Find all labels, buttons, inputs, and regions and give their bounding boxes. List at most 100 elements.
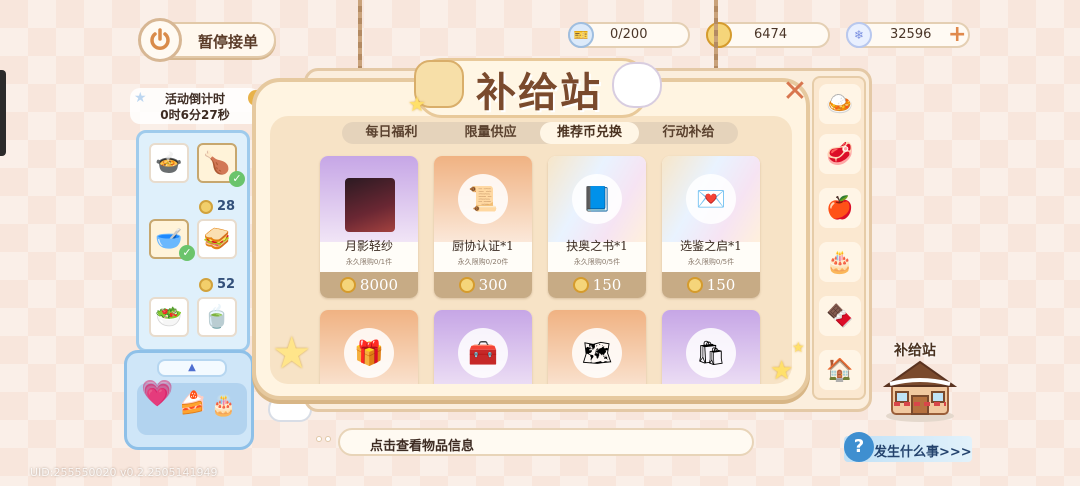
shop-tabs: 每日福利 限量供应 推荐币兑换 行动补给 (342, 122, 738, 144)
gold-value: 6474 (754, 27, 788, 42)
coin-icon (572, 277, 589, 293)
side-item[interactable]: 🍎 (819, 188, 861, 228)
item-limit: 永久限购0/20件 (457, 258, 509, 266)
ticket-value: 0/200 (610, 27, 648, 42)
check-icon: ✓ (179, 245, 195, 261)
envelope-icon: 💌 (686, 174, 736, 224)
item-price: 8000 (359, 276, 399, 294)
supply-station-label: 补给站 (894, 343, 936, 359)
star-mascot-icon: ★ (272, 328, 312, 379)
item-price-button[interactable]: 300 (434, 272, 532, 298)
rice-bowl-icon: 🍛 (826, 91, 854, 117)
panel-title: 补给站 (476, 70, 602, 116)
vending-machine-base: ▲ 💗 🍰 🎂 (124, 350, 254, 450)
item-price: 300 (478, 276, 508, 294)
ticket-icon: 🎫 (568, 22, 594, 48)
item-name: 抉奥之书*1 (566, 239, 628, 253)
shop-item-card[interactable]: 💌 选鉴之启*1 永久限购0/5件 150 (662, 156, 760, 298)
order-vending-column: 🍲 🍗 ✓ 28 🥣 ✓ 🥪 52 🥗 🍵 (136, 130, 250, 352)
tab-token-exchange[interactable]: 推荐币兑换 (540, 122, 639, 144)
uid-version-text: UID:255550020 v0.2.2505141949 (30, 466, 218, 479)
item-limit: 永久限购0/5件 (687, 258, 735, 266)
shop-item-card[interactable]: 📜 厨协认证*1 永久限购0/20件 300 (434, 156, 532, 298)
gem-value: 32596 (890, 27, 932, 42)
add-gems-icon[interactable]: + (948, 22, 966, 47)
salad-dish-icon: 🥗 (155, 304, 183, 330)
coin-icon (199, 277, 213, 292)
item-price-button[interactable]: 8000 (320, 272, 418, 298)
item-name: 月影轻纱 (344, 239, 393, 253)
tea-dish-icon: 🍵 (203, 304, 231, 330)
shop-item-card[interactable]: 📘 抉奥之书*1 永久限购0/5件 150 (548, 156, 646, 298)
check-icon: ✓ (229, 171, 245, 187)
price-value: 28 (217, 199, 236, 214)
side-item[interactable]: 🎂 (819, 242, 861, 282)
dish-slot[interactable]: 🍲 (149, 143, 189, 183)
pause-orders-button[interactable]: 暂停接单 (138, 18, 276, 62)
tab-action-supply[interactable]: 行动补给 (639, 122, 738, 144)
cake-icon: 🎂 (826, 249, 854, 275)
price-tag: 28 (199, 199, 235, 214)
question-icon: ? (844, 432, 874, 462)
coin-icon (339, 277, 356, 293)
coin-icon (458, 277, 475, 293)
side-item[interactable]: 🥩 (819, 134, 861, 174)
dish-slot[interactable]: 🥗 (149, 297, 189, 337)
certificate-icon: 📜 (458, 174, 508, 224)
gem-counter: ❄ 32596 + (846, 22, 970, 48)
apple-icon: 🍎 (826, 195, 854, 221)
coin-icon (686, 277, 703, 293)
tab-daily-benefits[interactable]: 每日福利 (342, 122, 441, 144)
decor-dots (316, 436, 331, 442)
book-icon: 📘 (572, 174, 622, 224)
item-price-button[interactable]: 150 (662, 272, 760, 298)
star-icon: ★ (770, 356, 794, 386)
shop-item-card[interactable]: 🧰 (434, 310, 532, 384)
food-bag-icon: 🛍 (686, 328, 736, 378)
tab-limited-supply[interactable]: 限量供应 (441, 122, 540, 144)
what-happened-label: 发生什么事>>> (874, 445, 972, 460)
item-name: 厨协认证*1 (452, 239, 514, 253)
item-grid-area: 月影轻纱 永久限购0/1件 8000 📜 厨协认证*1 永久限购0/20件 30… (270, 116, 792, 384)
soup-bowl-icon: 🥣 (155, 226, 183, 252)
item-limit: 永久限购0/5件 (573, 258, 621, 266)
close-icon[interactable]: ✕ (780, 77, 810, 108)
pause-orders-label: 暂停接单 (198, 33, 259, 51)
gift-box-icon: 🎁 (344, 328, 394, 378)
stew-dish-icon: 🍲 (155, 150, 183, 176)
shop-item-card[interactable]: 月影轻纱 永久限购0/1件 8000 (320, 156, 418, 298)
item-price: 150 (592, 276, 622, 294)
item-name: 选鉴之启*1 (680, 239, 742, 253)
side-item[interactable]: 🍛 (819, 84, 861, 124)
gold-counter: 6474 (706, 22, 830, 48)
what-happened-button[interactable]: ? 发生什么事>>> (844, 432, 972, 462)
side-item[interactable]: 🍫 (819, 296, 861, 336)
gingerbread-house-icon: 🏠 (826, 357, 854, 383)
shop-item-card[interactable]: 🛍 (662, 310, 760, 384)
chocolate-cake-icon: 🍫 (826, 303, 854, 329)
snowflake-gem-icon: ❄ (846, 22, 872, 48)
dish-slot[interactable]: 🥪 (197, 219, 237, 259)
sparkle-icon: ★ (134, 90, 147, 106)
triangle-icon: ▲ (157, 359, 227, 377)
item-info-text: 点击查看物品信息 (370, 439, 475, 454)
supply-station-shop-icon[interactable] (882, 358, 958, 422)
item-limit: 永久限购0/1件 (345, 258, 393, 266)
shop-item-card[interactable]: 🗺 (548, 310, 646, 384)
countdown-label: 活动倒计时 (164, 92, 225, 106)
item-price: 150 (706, 276, 736, 294)
coin-icon (199, 199, 213, 214)
dessert-icon: 🍰 (179, 391, 207, 416)
shop-item-card[interactable]: 🎁 (320, 310, 418, 384)
star-icon: ★ (792, 340, 805, 356)
bread-dish-icon: 🥪 (203, 226, 231, 252)
side-item[interactable]: 🏠 (819, 350, 861, 390)
meat-icon: 🥩 (826, 141, 854, 167)
item-price-button[interactable]: 150 (548, 272, 646, 298)
purple-chest-icon: 🧰 (458, 328, 508, 378)
price-value: 52 (217, 277, 236, 292)
scroll-icon: 🗺 (572, 328, 622, 378)
portrait-icon (345, 178, 395, 232)
dish-slot[interactable]: 🍵 (197, 297, 237, 337)
item-info-bar[interactable]: 点击查看物品信息 (338, 428, 754, 456)
